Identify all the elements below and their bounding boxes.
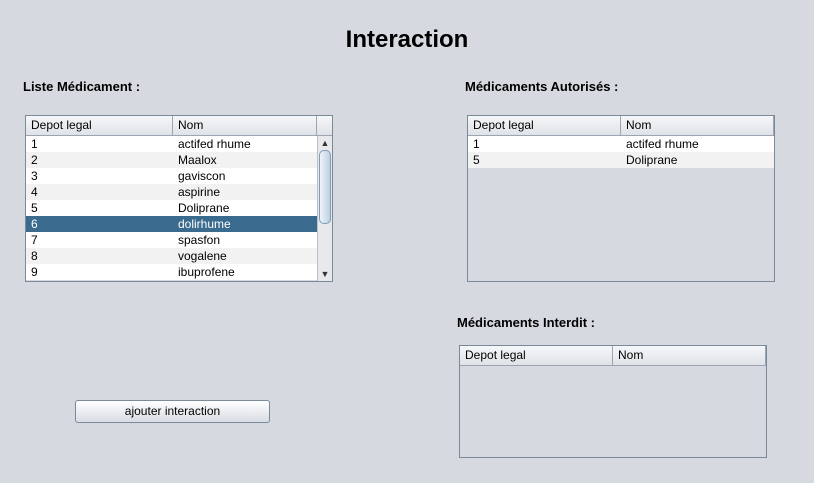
medicaments-autorises-label: Médicaments Autorisés : (465, 79, 619, 94)
table-row[interactable]: 9 ibuprofene (26, 264, 317, 280)
column-header-nom[interactable]: Nom (621, 116, 774, 135)
nom-cell: Maalox (178, 153, 217, 167)
table-row[interactable]: 6 dolirhume (26, 216, 317, 232)
nom-cell: actifed rhume (178, 137, 251, 151)
depot-legal-cell: 7 (31, 233, 38, 247)
ajouter-interaction-button[interactable]: ajouter interaction (75, 400, 270, 423)
nom-cell: Doliprane (626, 153, 678, 167)
interdit-header: Depot legal Nom (460, 346, 766, 366)
depot-legal-cell: 2 (31, 153, 38, 167)
table-row[interactable]: 2 Maalox (26, 152, 317, 168)
liste-scrollbar[interactable]: ▲ ▼ (317, 136, 332, 281)
table-row[interactable]: 1 actifed rhume (26, 136, 317, 152)
column-header-nom[interactable]: Nom (613, 346, 766, 365)
nom-cell: gaviscon (178, 169, 226, 183)
nom-cell: aspirine (178, 185, 221, 199)
scroll-thumb[interactable] (319, 150, 331, 224)
depot-legal-cell: 5 (31, 201, 38, 215)
medicaments-interdit-label: Médicaments Interdit : (457, 315, 595, 330)
column-header-depot-legal[interactable]: Depot legal (460, 346, 613, 365)
nom-cell: actifed rhume (626, 137, 699, 151)
nom-cell: spasfon (178, 233, 221, 247)
column-header-nom[interactable]: Nom (173, 116, 317, 135)
depot-legal-cell: 1 (473, 137, 480, 151)
arrow-up-icon[interactable]: ▲ (318, 136, 332, 150)
medicaments-interdit-table[interactable]: Depot legal Nom (459, 345, 767, 458)
autorises-rows: 1 actifed rhume 5 Doliprane (468, 136, 774, 168)
table-row[interactable]: 5 Doliprane (468, 152, 774, 168)
depot-legal-cell: 3 (31, 169, 38, 183)
table-row[interactable]: 4 aspirine (26, 184, 317, 200)
window-title: Interaction (345, 26, 469, 53)
liste-medicament-label: Liste Médicament : (23, 79, 141, 94)
depot-legal-cell: 5 (473, 153, 480, 167)
table-row[interactable]: 3 gaviscon (26, 168, 317, 184)
nom-cell: ibuprofene (178, 265, 235, 279)
nom-cell: Doliprane (178, 201, 230, 215)
medicaments-autorises-table[interactable]: Depot legal Nom 1 actifed rhume 5 Doliprane (467, 115, 775, 282)
column-header-depot-legal[interactable]: Depot legal (26, 116, 173, 135)
depot-legal-cell: 8 (31, 249, 38, 263)
arrow-down-icon[interactable]: ▼ (318, 267, 332, 281)
autorises-header: Depot legal Nom (468, 116, 774, 136)
depot-legal-cell: 4 (31, 185, 38, 199)
table-row[interactable]: 8 vogalene (26, 248, 317, 264)
table-row[interactable]: 1 actifed rhume (468, 136, 774, 152)
table-row[interactable]: 7 spasfon (26, 232, 317, 248)
liste-medicament-table[interactable]: Depot legal Nom 1 actifed rhume 2 Maalox 3 ga… (25, 115, 333, 282)
depot-legal-cell: 1 (31, 137, 38, 151)
header-corner (317, 116, 332, 135)
depot-legal-cell: 6 (31, 217, 38, 231)
table-row[interactable]: 5 Doliprane (26, 200, 317, 216)
column-header-depot-legal[interactable]: Depot legal (468, 116, 621, 135)
nom-cell: vogalene (178, 249, 227, 263)
liste-medicament-header: Depot legal Nom (26, 116, 332, 136)
depot-legal-cell: 9 (31, 265, 38, 279)
nom-cell: dolirhume (178, 217, 231, 231)
liste-medicament-rows: 1 actifed rhume 2 Maalox 3 gaviscon 4 aspirine 5… (26, 136, 317, 280)
